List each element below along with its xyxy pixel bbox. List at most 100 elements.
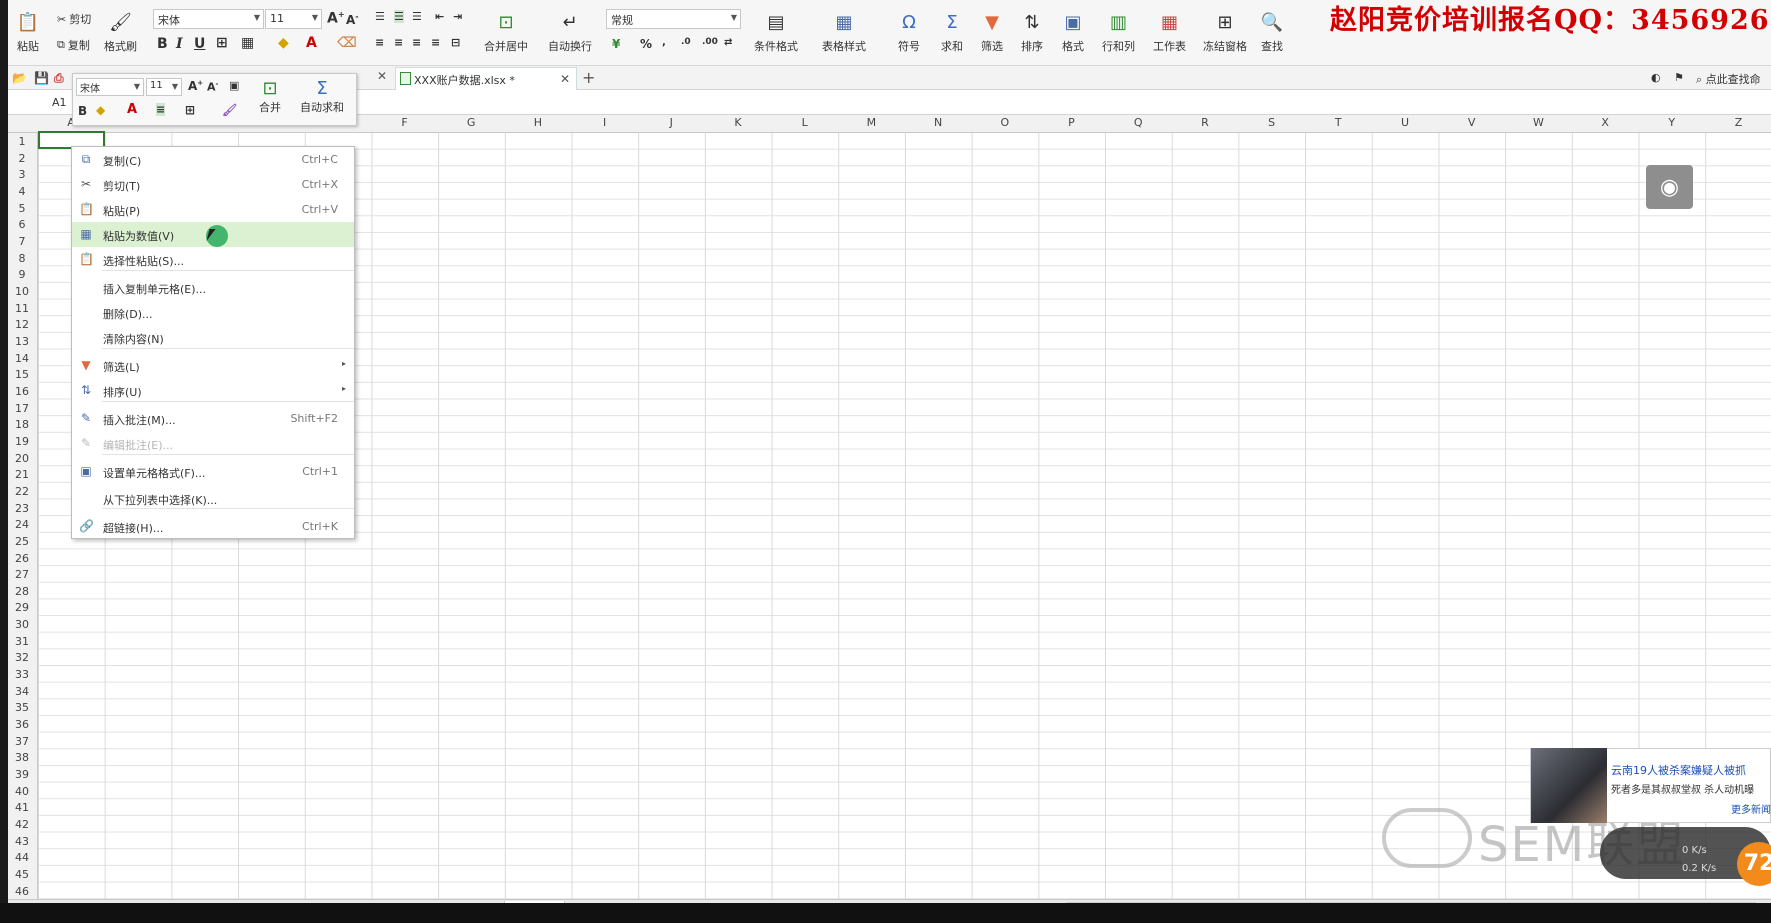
align-left-icon[interactable]: ≡ <box>375 36 384 49</box>
align-right-icon[interactable]: ≡ <box>412 36 421 49</box>
column-header[interactable]: N <box>928 116 948 129</box>
news-title[interactable]: 云南19人被杀案嫌疑人被抓 <box>1611 762 1746 778</box>
row-header[interactable]: 6 <box>8 218 36 231</box>
row-header[interactable]: 9 <box>8 268 36 281</box>
context-menu-item[interactable]: 删除(D)... <box>72 300 354 325</box>
row-header[interactable]: 1 <box>8 135 36 148</box>
print-icon[interactable]: ⎙ <box>54 71 64 86</box>
column-header[interactable]: R <box>1195 116 1215 129</box>
column-header[interactable]: Q <box>1128 116 1148 129</box>
mini-autosum-button[interactable]: Σ 自动求和 <box>300 78 344 115</box>
column-header[interactable]: F <box>395 116 415 129</box>
column-header[interactable]: J <box>661 116 681 129</box>
row-header[interactable]: 30 <box>8 618 36 631</box>
convert-icon[interactable]: ⇄ <box>724 37 732 48</box>
row-header[interactable]: 44 <box>8 851 36 864</box>
column-header[interactable]: Y <box>1662 116 1682 129</box>
underline-button[interactable]: U <box>194 36 205 52</box>
settings-icon[interactable]: ⚑ <box>1674 71 1684 84</box>
row-header[interactable]: 7 <box>8 235 36 248</box>
align-center-icon[interactable]: ≡ <box>394 36 403 49</box>
font-color-icon[interactable]: A <box>306 35 317 51</box>
cut-button[interactable]: ✂ 剪切 <box>57 11 91 27</box>
row-header[interactable]: 8 <box>8 252 36 265</box>
format-cells-icon[interactable]: ▣ <box>229 79 239 92</box>
column-header[interactable]: V <box>1462 116 1482 129</box>
find-button[interactable]: 🔍 查找 <box>1260 10 1284 54</box>
context-menu-item[interactable]: ✂ 剪切(T) Ctrl+X <box>72 172 354 197</box>
conditional-format-button[interactable]: ▤ 条件格式 <box>754 10 798 54</box>
column-header[interactable]: T <box>1328 116 1348 129</box>
merge-center-button[interactable]: ⊡ 合并居中 <box>484 10 528 54</box>
row-header[interactable]: 32 <box>8 651 36 664</box>
mini-font-size-select[interactable]: 11 ▼ <box>146 78 182 96</box>
row-header[interactable]: 37 <box>8 735 36 748</box>
indent-increase-icon[interactable]: ⇥ <box>453 10 462 23</box>
row-header[interactable]: 25 <box>8 535 36 548</box>
context-menu-item[interactable]: 🔗 超链接(H)... Ctrl+K <box>72 514 354 539</box>
column-header[interactable]: P <box>1062 116 1082 129</box>
increase-font-icon[interactable]: A+ <box>188 79 203 93</box>
row-header[interactable]: 2 <box>8 152 36 165</box>
decrease-font-icon[interactable]: A- <box>346 12 359 27</box>
row-header[interactable]: 33 <box>8 668 36 681</box>
sort-button[interactable]: ⇅ 排序 <box>1020 10 1044 54</box>
decrease-font-icon[interactable]: A- <box>207 80 218 94</box>
bold-button[interactable]: B <box>157 36 168 52</box>
context-menu-item[interactable]: ⧉ 复制(C) Ctrl+C <box>72 147 354 172</box>
column-header[interactable]: X <box>1595 116 1615 129</box>
row-header[interactable]: 38 <box>8 751 36 764</box>
row-header[interactable]: 17 <box>8 402 36 415</box>
fill-color-icon[interactable]: ◆ <box>96 103 105 117</box>
row-header[interactable]: 45 <box>8 868 36 881</box>
row-header[interactable]: 10 <box>8 285 36 298</box>
font-name-select[interactable]: 宋体 ▼ <box>153 9 264 29</box>
mini-bold-button[interactable]: B <box>78 104 87 118</box>
row-header[interactable]: 3 <box>8 168 36 181</box>
context-menu-item[interactable]: ▣ 设置单元格格式(F)... Ctrl+1 <box>72 459 354 484</box>
distribute-icon[interactable]: ⊟ <box>451 36 460 49</box>
save-icon[interactable]: 💾 <box>34 71 49 85</box>
row-header[interactable]: 40 <box>8 785 36 798</box>
column-header[interactable]: G <box>461 116 481 129</box>
font-color-icon[interactable]: A <box>127 102 137 117</box>
worksheet-button[interactable]: ▦ 工作表 <box>1153 10 1186 54</box>
document-tab[interactable]: XXX账户数据.xlsx * ✕ <box>395 67 577 90</box>
border-icon[interactable]: ⊞ <box>216 35 228 51</box>
row-header[interactable]: 26 <box>8 552 36 565</box>
indent-decrease-icon[interactable]: ⇤ <box>435 10 444 23</box>
mini-font-name-select[interactable]: 宋体 ▼ <box>76 78 144 96</box>
row-header[interactable]: 22 <box>8 485 36 498</box>
column-header[interactable]: L <box>795 116 815 129</box>
row-header[interactable]: 31 <box>8 635 36 648</box>
currency-icon[interactable]: ¥ <box>612 37 620 51</box>
column-header[interactable]: W <box>1528 116 1548 129</box>
row-header[interactable]: 39 <box>8 768 36 781</box>
row-header[interactable]: 16 <box>8 385 36 398</box>
brush-icon[interactable]: 🖌 <box>222 103 237 117</box>
table-border-icon[interactable]: ▦ <box>241 35 254 51</box>
thousands-icon[interactable]: , <box>662 37 666 48</box>
row-header[interactable]: 27 <box>8 568 36 581</box>
clear-format-icon[interactable]: ⌫ <box>337 35 357 51</box>
open-folder-icon[interactable]: 📂 <box>12 71 27 85</box>
column-header[interactable]: I <box>595 116 615 129</box>
news-more-link[interactable]: 更多新闻 <box>1731 801 1771 816</box>
number-format-select[interactable]: 常规 ▼ <box>606 9 741 29</box>
row-header[interactable]: 4 <box>8 185 36 198</box>
copy-button[interactable]: ⧉ 复制 <box>57 37 90 53</box>
sum-button[interactable]: Σ 求和 <box>940 10 964 54</box>
row-header[interactable]: 41 <box>8 801 36 814</box>
column-header[interactable]: O <box>995 116 1015 129</box>
freeze-panes-button[interactable]: ⊞ 冻结窗格 <box>1203 10 1247 54</box>
paste-button[interactable]: 📋 粘贴 <box>16 10 40 54</box>
fill-color-icon[interactable]: ◆ <box>278 35 289 51</box>
align-bottom-icon[interactable]: ☰ <box>412 10 422 23</box>
row-header[interactable]: 42 <box>8 818 36 831</box>
context-menu-item[interactable]: 清除内容(N) <box>72 325 354 350</box>
row-header[interactable]: 21 <box>8 468 36 481</box>
command-search[interactable]: ⌕ 点此查找命 <box>1696 71 1761 87</box>
context-menu-item[interactable]: 📋 粘贴(P) Ctrl+V <box>72 197 354 222</box>
justify-icon[interactable]: ≡ <box>431 36 440 49</box>
row-header[interactable]: 35 <box>8 701 36 714</box>
